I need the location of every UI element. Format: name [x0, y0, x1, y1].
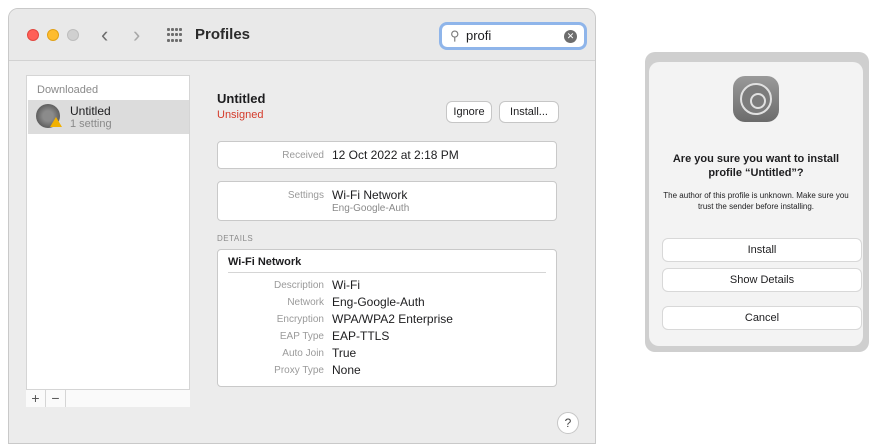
received-label: Received — [282, 150, 324, 161]
back-chevron-icon[interactable]: ‹ — [101, 21, 108, 49]
close-window-button[interactable] — [27, 29, 39, 41]
alert-install-button[interactable]: Install — [662, 238, 862, 262]
settings-label: Settings — [287, 190, 324, 201]
details-row-value: WPA/WPA2 Enterprise — [332, 312, 453, 326]
received-box: Received 12 Oct 2022 at 2:18 PM — [217, 141, 557, 169]
sidebar-item-untitled[interactable]: Untitled 1 setting — [28, 100, 189, 134]
details-heading: DETAILS — [217, 234, 254, 243]
search-field[interactable]: ⚲ profi ✕ — [439, 22, 587, 50]
show-details-button[interactable]: Show Details — [662, 268, 862, 292]
alert-title: Are you sure you want to install profile… — [672, 153, 840, 179]
help-button[interactable]: ? — [557, 412, 579, 434]
sidebar-heading: Downloaded — [37, 84, 99, 96]
remove-profile-button[interactable]: − — [46, 390, 66, 407]
details-row-label: EAP Type — [279, 331, 324, 342]
search-input[interactable]: profi — [466, 28, 491, 43]
details-row-label: Proxy Type — [274, 365, 324, 376]
sidebar-item-subtitle: 1 setting — [70, 118, 112, 130]
show-all-grid-icon[interactable] — [167, 28, 182, 43]
alert-message: The author of this profile is unknown. M… — [663, 191, 849, 211]
details-row-value: Wi-Fi — [332, 278, 360, 292]
details-row-label: Auto Join — [282, 348, 324, 359]
clear-search-icon[interactable]: ✕ — [564, 30, 577, 43]
title-bar: ‹ › Profiles ⚲ profi ✕ — [9, 9, 595, 61]
minimize-window-button[interactable] — [47, 29, 59, 41]
settings-box: Settings Wi-Fi Network Eng-Google-Auth — [217, 181, 557, 221]
details-divider — [228, 272, 546, 273]
install-profile-alert: Are you sure you want to install profile… — [649, 62, 863, 346]
window-title: Profiles — [195, 26, 251, 43]
received-value: 12 Oct 2022 at 2:18 PM — [332, 148, 459, 162]
details-row-value: EAP-TTLS — [332, 329, 390, 343]
forward-chevron-icon[interactable]: › — [133, 21, 140, 49]
details-row-label: Network — [287, 297, 324, 308]
settings-value: Wi-Fi Network — [332, 188, 408, 202]
sidebar-footer: + − — [26, 389, 190, 407]
search-icon: ⚲ — [450, 28, 460, 43]
sidebar-item-name: Untitled — [70, 104, 111, 118]
ignore-button[interactable]: Ignore — [446, 101, 492, 123]
zoom-window-button[interactable] — [67, 29, 79, 41]
profile-title: Untitled — [217, 91, 266, 106]
profile-detail-pane: Untitled Unsigned Ignore Install... Rece… — [199, 75, 567, 421]
system-preferences-icon — [733, 76, 779, 122]
profiles-sidebar: Downloaded Untitled 1 setting — [26, 75, 190, 407]
details-row-label: Encryption — [276, 314, 324, 325]
details-box: Wi-Fi Network Description Wi-Fi Network … — [217, 249, 557, 387]
details-row-label: Description — [273, 280, 324, 291]
details-row-value: Eng-Google-Auth — [332, 295, 425, 309]
cancel-button[interactable]: Cancel — [662, 306, 862, 330]
details-row-value: None — [332, 363, 361, 377]
alert-backdrop: Are you sure you want to install profile… — [645, 52, 869, 352]
install-button[interactable]: Install... — [499, 101, 559, 123]
profile-warning-icon — [36, 104, 62, 128]
settings-subvalue: Eng-Google-Auth — [332, 203, 410, 214]
add-profile-button[interactable]: + — [26, 390, 46, 407]
profiles-window: ‹ › Profiles ⚲ profi ✕ Downloaded Untitl… — [8, 8, 596, 444]
profile-status: Unsigned — [217, 109, 264, 121]
details-title: Wi-Fi Network — [228, 256, 302, 268]
details-row-value: True — [332, 346, 357, 360]
